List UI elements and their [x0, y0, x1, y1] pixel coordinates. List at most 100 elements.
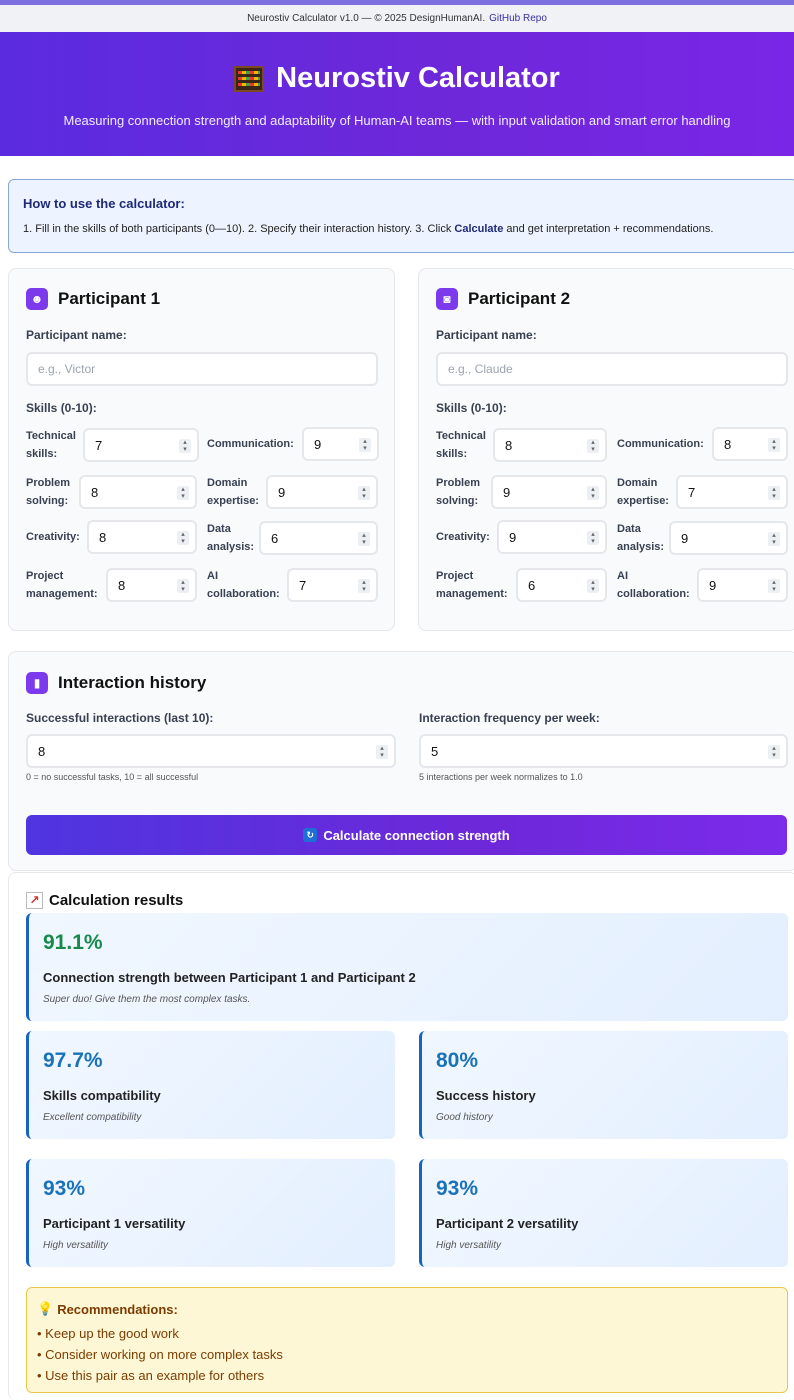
skill-input[interactable]: 7 ▴ ▾: [83, 428, 199, 462]
participant-1-name-label: Participant name:: [26, 328, 127, 342]
recommendations-title: Recommendations:: [57, 1301, 178, 1317]
success-input[interactable]: 8 ▴ ▾: [26, 734, 396, 768]
metric-value: 93%: [436, 1177, 479, 1200]
how-to-heading: How to use the calculator:: [23, 196, 185, 211]
how-to-text: 1. Fill in the skills of both participan…: [23, 223, 714, 235]
participant-1-card: ☻ Participant 1 Participant name: e.g., …: [8, 268, 395, 631]
bar-chart-icon: ▮: [26, 672, 48, 694]
frequency-hint: 5 interactions per week normalizes to 1.…: [419, 772, 583, 782]
skill-domain-expertise: Domain expertise: 7 ▴ ▾: [617, 474, 788, 510]
results-header: ↗ Calculation results: [26, 892, 183, 909]
app-subtitle: Measuring connection strength and adapta…: [63, 113, 731, 128]
skills-compatibility-card: 97.7% Skills compatibility Excellent com…: [26, 1031, 395, 1139]
chart-increasing-icon: ↗: [26, 892, 43, 909]
connection-strength-value: 91.1%: [43, 931, 103, 954]
refresh-icon: ↻: [303, 828, 318, 842]
skill-input[interactable]: 8 ▴ ▾: [106, 568, 197, 602]
spinner-icon[interactable]: ▴ ▾: [358, 579, 370, 593]
participant-1-name-input[interactable]: e.g., Victor: [26, 352, 378, 386]
topbar-text: Neurostiv Calculator v1.0 — © 2025 Desig…: [247, 13, 486, 24]
recommendations-box: 💡 Recommendations: • Keep up the good wo…: [26, 1287, 788, 1393]
participant-2-name-input[interactable]: e.g., Claude: [436, 352, 788, 386]
skill-project-management: Project management: 8 ▴ ▾: [26, 567, 197, 603]
skill-communication: Communication: 8 ▴ ▾: [617, 427, 788, 461]
skill-technical: Technical skills: 7 ▴ ▾: [26, 427, 199, 463]
spinner-icon[interactable]: ▴ ▾: [376, 745, 388, 759]
success-history-card: 80% Success history Good history: [419, 1031, 788, 1139]
hero-header: Neurostiv Calculator Measuring connectio…: [0, 32, 794, 156]
skill-data-analysis: Data analysis: 6 ▴ ▾: [207, 520, 378, 556]
results-title: Calculation results: [49, 892, 184, 909]
connection-strength-card: 91.1% Connection strength between Partic…: [26, 913, 788, 1021]
skill-input[interactable]: 7 ▴ ▾: [287, 568, 378, 602]
spinner-icon[interactable]: ▴ ▾: [587, 531, 599, 545]
participant-2-title: Participant 2: [468, 289, 571, 308]
skill-technical: Technical skills: 8 ▴ ▾: [436, 427, 607, 463]
metric-value: 97.7%: [43, 1049, 103, 1072]
skill-ai-collaboration: AI collaboration: 9 ▴ ▾: [617, 567, 788, 603]
participant-2-card: ◙ Participant 2 Participant name: e.g., …: [418, 268, 794, 631]
connection-strength-caption: Connection strength between Participant …: [43, 970, 416, 985]
skill-input[interactable]: 9 ▴ ▾: [497, 520, 607, 554]
github-link[interactable]: GitHub Repo: [489, 13, 547, 24]
participant-2-skills-label: Skills (0-10):: [436, 401, 507, 415]
skill-input[interactable]: 9 ▴ ▾: [491, 475, 607, 509]
spinner-icon[interactable]: ▴ ▾: [177, 486, 189, 500]
spinner-icon[interactable]: ▴ ▾: [177, 531, 189, 545]
skill-input[interactable]: 9 ▴ ▾: [697, 568, 788, 602]
person-icon: ☻: [26, 288, 48, 310]
participant-2-name-label: Participant name:: [436, 328, 537, 342]
spinner-icon[interactable]: ▴ ▾: [587, 486, 599, 500]
skill-input[interactable]: 6 ▴ ▾: [259, 521, 378, 555]
spinner-icon[interactable]: ▴ ▾: [587, 579, 599, 593]
skill-creativity: Creativity: 8 ▴ ▾: [26, 520, 197, 554]
robot-icon: ◙: [436, 288, 458, 310]
metric-note: High versatility: [43, 1240, 109, 1251]
recommendation-item: • Keep up the good work: [37, 1326, 179, 1341]
skill-input[interactable]: 8 ▴ ▾: [79, 475, 197, 509]
top-info-bar: Neurostiv Calculator v1.0 — © 2025 Desig…: [0, 5, 794, 32]
history-header: ▮ Interaction history: [26, 672, 206, 694]
skill-input[interactable]: 8 ▴ ▾: [493, 428, 607, 462]
participant-1-skills-label: Skills (0-10):: [26, 401, 97, 415]
participant-1-versatility-card: 93% Participant 1 versatility High versa…: [26, 1159, 395, 1267]
metric-value: 80%: [436, 1049, 479, 1072]
participant-1-title: Participant 1: [58, 289, 161, 308]
skill-input[interactable]: 9 ▴ ▾: [669, 521, 788, 555]
spinner-icon[interactable]: ▴ ▾: [358, 486, 370, 500]
spinner-icon[interactable]: ▴ ▾: [359, 438, 371, 452]
skill-input[interactable]: 8 ▴ ▾: [712, 427, 788, 461]
skill-input[interactable]: 6 ▴ ▾: [516, 568, 607, 602]
skill-input[interactable]: 9 ▴ ▾: [302, 427, 379, 461]
skill-domain-expertise: Domain expertise: 9 ▴ ▾: [207, 474, 378, 510]
calculate-button[interactable]: ↻ Calculate connection strength: [26, 815, 787, 855]
metric-caption: Participant 1 versatility: [43, 1216, 186, 1231]
frequency-input[interactable]: 5 ▴ ▾: [419, 734, 788, 768]
metric-note: High versatility: [436, 1240, 502, 1251]
spinner-icon[interactable]: ▴ ▾: [768, 532, 780, 546]
skill-input[interactable]: 9 ▴ ▾: [266, 475, 378, 509]
spinner-icon[interactable]: ▴ ▾: [358, 532, 370, 546]
metric-caption: Participant 2 versatility: [436, 1216, 579, 1231]
metric-caption: Skills compatibility: [43, 1088, 161, 1103]
skill-problem-solving: Problem solving: 8 ▴ ▾: [26, 474, 197, 510]
metric-value: 93%: [43, 1177, 86, 1200]
spinner-icon[interactable]: ▴ ▾: [768, 438, 780, 452]
success-hint: 0 = no successful tasks, 10 = all succes…: [26, 772, 199, 782]
skill-input[interactable]: 8 ▴ ▾: [87, 520, 197, 554]
connection-strength-note: Super duo! Give them the most complex ta…: [43, 994, 251, 1005]
spinner-icon[interactable]: ▴ ▾: [768, 745, 780, 759]
participant-2-versatility-card: 93% Participant 2 versatility High versa…: [419, 1159, 788, 1267]
spinner-icon[interactable]: ▴ ▾: [587, 439, 599, 453]
spinner-icon[interactable]: ▴ ▾: [179, 439, 191, 453]
recommendation-item: • Consider working on more complex tasks: [37, 1347, 283, 1362]
spinner-icon[interactable]: ▴ ▾: [768, 486, 780, 500]
participant-2-name-placeholder: e.g., Claude: [448, 362, 513, 376]
metric-caption: Success history: [436, 1088, 536, 1103]
calculate-button-label: Calculate connection strength: [323, 827, 510, 843]
spinner-icon[interactable]: ▴ ▾: [768, 579, 780, 593]
spinner-icon[interactable]: ▴ ▾: [177, 579, 189, 593]
history-title: Interaction history: [58, 673, 207, 692]
skill-input[interactable]: 7 ▴ ▾: [676, 475, 788, 509]
how-to-box: How to use the calculator: 1. Fill in th…: [8, 179, 794, 253]
